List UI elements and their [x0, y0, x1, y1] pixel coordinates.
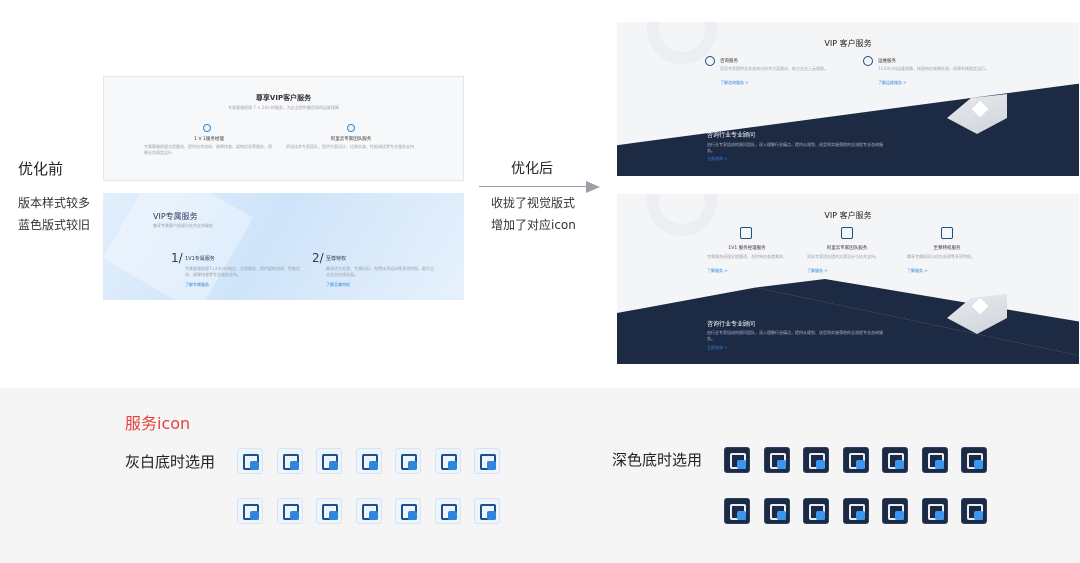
item-1-number: 1/ — [171, 251, 183, 265]
after-card-2-service-2-link[interactable]: 了解服务 > — [807, 268, 828, 274]
network-plug-icon — [961, 498, 987, 524]
after-card-2-service-1: 1V1 服务经理服务 — [728, 246, 766, 251]
light-bg-label: 灰白底时选用 — [125, 453, 216, 471]
after-label: 优化后 — [511, 161, 553, 177]
book-icon — [316, 498, 342, 524]
before-desc-1: 版本样式较多 — [18, 196, 91, 210]
before-card-1-sub: 专属客服经理 7 × 24小时服务，为企业提供最优质的运维保障 — [228, 105, 339, 110]
before-card-2: VIP专属服务 尊享专属客户经理与技术支持服务 1/ 1V1专属服务 专属客服经… — [103, 193, 464, 300]
item-2-link[interactable]: 了解至尊特权 — [326, 282, 350, 288]
settings-icon — [863, 56, 873, 66]
item-1-text: 专属客服经理7×24小时响应，全程跟进，提供架构咨询、性能优化、故障排查等专业服… — [185, 266, 300, 277]
comparison-area: 优化前 版本样式较多 蓝色版式较旧 尊享VIP客户服务 专属客服经理 7 × 2… — [0, 0, 1080, 388]
after-desc-1: 收拢了视觉版式 — [491, 196, 576, 210]
cloud-monitor-icon — [355, 498, 382, 524]
before-card-1-col2: 阿里云专家团队服务 — [330, 137, 372, 142]
person-card-icon — [724, 498, 750, 524]
after-card-2: VIP 客户服务 1V1 服务经理服务 阿里云专家团队服务 至尊特权服务 专属服… — [617, 194, 1079, 364]
after-card-1-service-1-link[interactable]: 了解咨询服务 > — [720, 80, 749, 86]
after-card-2-dark-text: 由行业专家组成的顾问团队，深入理解行业痛点，提供从规划、选型到实施落地的全流程专… — [707, 330, 883, 341]
item-2-title: 至尊特权 — [326, 256, 347, 262]
after-card-1-service-1-text: 资深专家提供业务咨询与技术方案建议，助力企业上云规划。 — [720, 66, 828, 71]
folder-arrow-icon — [803, 447, 829, 473]
after-card-1-dark-link[interactable]: 立即咨询 > — [707, 156, 728, 162]
building-document-icon — [276, 448, 303, 474]
after-card-2-title: VIP 客户服务 — [824, 211, 872, 220]
before-label: 优化前 — [18, 160, 64, 178]
after-desc-2: 增加了对应icon — [491, 218, 576, 232]
certificate-icon — [921, 447, 948, 473]
after-card-2-service-2: 阿里云专家团队服务 — [826, 246, 868, 251]
team-icon — [841, 227, 853, 239]
arrow-head-icon — [586, 181, 600, 193]
before-card-1-title: 尊享VIP客户服务 — [255, 94, 312, 102]
before-card-1-col1: 1 V 1服务经理 — [194, 137, 224, 142]
after-card-2-dark-title: 咨询行业专业顾问 — [707, 321, 756, 328]
after-card-1-service-2: 运维服务 — [878, 59, 896, 64]
after-card-1-title: VIP 客户服务 — [824, 39, 872, 48]
after-card-1-service-1: 咨询服务 — [720, 59, 738, 64]
building-document-icon — [763, 447, 790, 473]
after-card-1-service-2-text: 7×24小时运维保障，快速响应故障处理，保障系统稳定运行。 — [878, 66, 989, 71]
item-2-number: 2/ — [312, 251, 324, 265]
person-badge-icon — [882, 447, 908, 473]
after-card-1: VIP 客户服务 咨询服务 运维服务 资深专家提供业务咨询与技术方案建议，助力企… — [617, 22, 1079, 176]
arrow-line — [479, 186, 587, 187]
person-icon — [740, 227, 752, 239]
after-card-1-dark-text: 由行业专家组成的顾问团队，深入理解行业痛点，提供从规划、选型到实施落地的全流程专… — [707, 142, 883, 153]
network-plug-icon — [474, 498, 500, 524]
after-card-2-service-1-text: 专属服务经理全程跟进，及时响应各类需求。 — [707, 254, 787, 259]
canvas: 优化前 版本样式较多 蓝色版式较旧 尊享VIP客户服务 专属客服经理 7 × 2… — [0, 0, 1080, 563]
item-1-title: 1V1专属服务 — [185, 256, 215, 262]
item-1-link[interactable]: 了解专属服务 — [185, 282, 209, 288]
headset-icon — [705, 56, 715, 66]
monitor-shield-icon — [237, 448, 263, 474]
headset-icon — [921, 498, 948, 524]
diamond-icon — [395, 498, 421, 524]
item-2-text: 尊享优先处理、专属折扣、免费技术培训等多项特权，助力企业业务快速发展。 — [326, 266, 434, 277]
cloud-monitor-icon — [842, 498, 869, 524]
book-icon — [803, 498, 829, 524]
folder-arrow-icon — [316, 448, 342, 474]
icon-section: 服务icon 灰白底时选用 深色底时选用 — [0, 388, 1080, 563]
diamond-icon — [882, 498, 908, 524]
dark-bg-label: 深色底时选用 — [612, 451, 703, 469]
after-card-2-service-3-link[interactable]: 了解服务 > — [907, 268, 928, 274]
crown-icon — [941, 227, 953, 239]
decor-hexagon — [103, 193, 254, 300]
before-desc-2: 蓝色版式较旧 — [18, 218, 91, 232]
before-card-1: 尊享VIP客户服务 专属客服经理 7 × 24小时服务，为企业提供最优质的运维保… — [103, 76, 464, 181]
before-card-1-col2-text: 资深技术专家团队，提供方案设计、迁移实施、性能调优等专业服务支持 — [286, 144, 414, 149]
after-card-2-service-3-text: 尊享专属折扣与优先处理等多项特权。 — [907, 254, 975, 259]
person-wrench-icon — [276, 498, 303, 524]
code-settings-icon — [355, 448, 382, 474]
after-card-2-dark-link[interactable]: 立即咨询 > — [707, 345, 728, 351]
crown-icon — [474, 448, 500, 474]
team-icon — [347, 124, 355, 132]
before-card-2-sub: 尊享专属客户经理与技术支持服务 — [153, 223, 213, 228]
person-wrench-icon — [763, 498, 790, 524]
headset-icon — [434, 498, 461, 524]
after-card-2-service-1-link[interactable]: 了解服务 > — [707, 268, 728, 274]
document-plus-icon — [724, 447, 750, 473]
after-card-2-service-3: 至尊特权服务 — [933, 246, 961, 251]
crown-icon — [961, 447, 987, 473]
after-card-2-service-2-text: 资深专家团队提供方案设计与技术支持。 — [807, 254, 879, 259]
icon-section-heading: 服务icon — [125, 414, 191, 433]
before-card-2-title: VIP专属服务 — [153, 212, 198, 221]
before-card-1-col1-text: 专属客服经理全程跟进，提供技术咨询、故障排查、架构优化等服务，保障业务稳定运行 — [144, 144, 272, 155]
users-group-icon — [395, 448, 421, 474]
certificate-icon — [434, 448, 461, 474]
clock-icon — [203, 124, 211, 132]
after-card-1-service-2-link[interactable]: 了解运维服务 > — [878, 80, 907, 86]
code-settings-icon — [842, 447, 869, 473]
chat-users-icon — [237, 498, 263, 524]
after-card-1-dark-title: 咨询行业专业顾问 — [707, 132, 756, 139]
